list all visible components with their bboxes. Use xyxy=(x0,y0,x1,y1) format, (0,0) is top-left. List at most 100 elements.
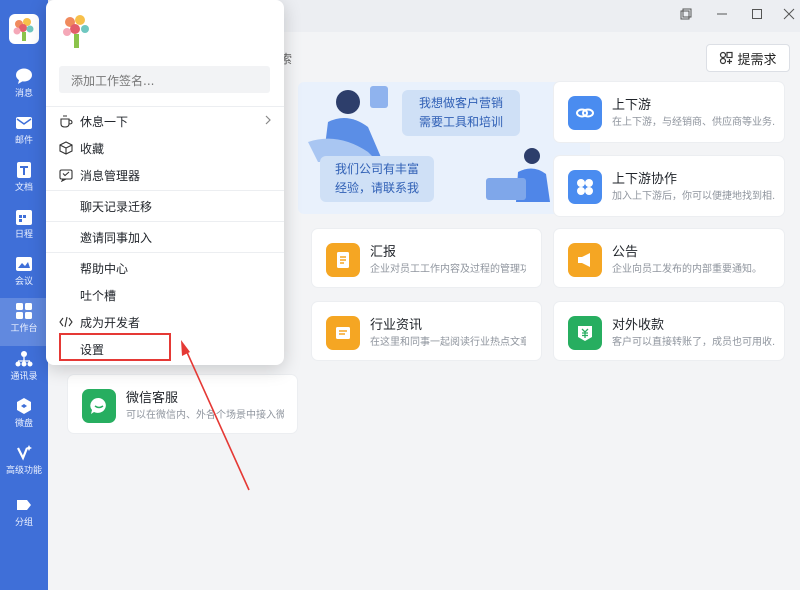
app-title: 汇报 xyxy=(370,245,397,260)
app-title: 对外收款 xyxy=(612,318,665,333)
app-card-upstream-collab[interactable]: 上下游协作 加入上下游后，你可以便捷地找到相... xyxy=(554,156,784,216)
menu-item-message-manager[interactable]: 消息管理器 xyxy=(46,163,284,187)
contacts-icon xyxy=(15,351,33,367)
nav-advanced[interactable]: 高级功能 xyxy=(0,440,48,488)
app-icon-bg xyxy=(568,316,602,350)
tag-icon xyxy=(17,500,31,510)
pin-window-button[interactable] xyxy=(672,0,700,28)
menu-item-favorites[interactable]: 收藏 xyxy=(46,136,284,160)
signature-input[interactable]: 添加工作签名... xyxy=(59,66,270,93)
doc-icon xyxy=(17,162,31,178)
banner-line: 我们公司有丰富 xyxy=(334,162,419,176)
menu-divider xyxy=(46,106,284,107)
nav-group[interactable]: 分组 xyxy=(0,492,48,540)
pin-icon xyxy=(680,8,692,20)
message-manager-icon xyxy=(59,169,73,182)
app-icon-bg xyxy=(82,389,116,423)
menu-divider xyxy=(46,221,284,222)
app-title: 公告 xyxy=(612,245,639,260)
menu-item-become-developer[interactable]: 成为开发者 xyxy=(46,310,284,334)
app-icon-bg xyxy=(326,243,360,277)
settings-highlight-box xyxy=(59,333,171,361)
promo-banner[interactable]: 我想做客户营销 需要工具和培训 我们公司有丰富 经验，请联系我 xyxy=(298,82,590,214)
app-desc: 客户可以直接转账了，成员也可用收... xyxy=(612,337,776,348)
app-card-announcement[interactable]: 公告 企业向员工发布的内部重要通知。 xyxy=(554,229,784,287)
left-nav: 消息 邮件 文档 日程 会议 工作台 通讯录 微盘 高级功能 分组 xyxy=(0,0,48,590)
chat-icon xyxy=(16,68,32,84)
chevron-right-icon xyxy=(265,115,271,125)
app-icon-bg xyxy=(568,170,602,204)
app-title: 上下游协作 xyxy=(612,172,678,187)
menu-item-invite-colleagues[interactable]: 邀请同事加入 xyxy=(46,225,284,249)
megaphone-icon xyxy=(578,253,590,267)
menu-item-chat-migration[interactable]: 聊天记录迁移 xyxy=(46,194,284,218)
nav-label: 微盘 xyxy=(14,419,33,429)
app-card-upstream[interactable]: 上下游 在上下游，与经销商、供应商等业务... xyxy=(554,82,784,142)
nav-label: 邮件 xyxy=(14,136,33,146)
request-icon xyxy=(720,51,734,65)
nav-label: 高级功能 xyxy=(5,466,42,476)
menu-label: 成为开发者 xyxy=(80,315,141,330)
app-desc: 可以在微信内、外各个场景中接入微... xyxy=(126,410,284,421)
nav-meeting[interactable]: 会议 xyxy=(0,251,48,299)
menu-item-help-center[interactable]: 帮助中心 xyxy=(46,256,284,280)
app-desc: 企业向员工发布的内部重要通知。 xyxy=(612,264,762,275)
yen-icon xyxy=(578,326,592,341)
clover-icon xyxy=(577,179,593,195)
menu-item-feedback[interactable]: 吐个槽 xyxy=(46,283,284,307)
nav-drive[interactable]: 微盘 xyxy=(0,393,48,441)
banner-line: 我想做客户营销 xyxy=(418,96,503,110)
user-avatar[interactable] xyxy=(9,14,39,44)
nav-label: 通讯录 xyxy=(10,372,38,382)
wechat-service-icon xyxy=(90,397,106,414)
calendar-icon xyxy=(16,210,32,225)
link-icon xyxy=(576,108,594,118)
minimize-icon xyxy=(717,13,727,15)
menu-label: 聊天记录迁移 xyxy=(80,199,153,214)
app-icon-bg xyxy=(568,96,602,130)
app-icon-bg xyxy=(326,316,360,350)
grid-icon xyxy=(16,303,32,319)
sparkle-icon xyxy=(17,445,32,461)
meeting-icon xyxy=(16,257,32,271)
request-label: 提需求 xyxy=(737,52,777,68)
nav-workbench[interactable]: 工作台 xyxy=(0,298,48,346)
banner-line: 经验，请联系我 xyxy=(334,181,419,195)
maximize-button[interactable] xyxy=(743,0,771,28)
menu-item-take-break[interactable]: 休息一下 xyxy=(46,109,284,133)
coffee-icon xyxy=(60,115,73,128)
banner-line: 需要工具和培训 xyxy=(418,115,503,129)
app-desc: 企业对员工工作内容及过程的管理功... xyxy=(370,264,526,275)
menu-label: 收藏 xyxy=(80,141,105,156)
nav-docs[interactable]: 文档 xyxy=(0,157,48,205)
app-title: 行业资讯 xyxy=(370,318,423,333)
nav-messages[interactable]: 消息 xyxy=(0,63,48,111)
nav-label: 文档 xyxy=(14,183,33,193)
nav-contacts[interactable]: 通讯录 xyxy=(0,346,48,394)
profile-menu: 添加工作签名... 休息一下 收藏 消息管理器 聊天记录迁移 邀请同事加入 帮助… xyxy=(46,0,284,365)
menu-divider xyxy=(46,190,284,191)
profile-avatar[interactable] xyxy=(60,12,96,52)
app-desc: 在上下游，与经销商、供应商等业务... xyxy=(612,117,776,128)
close-button[interactable] xyxy=(775,0,800,28)
menu-label: 吐个槽 xyxy=(80,288,117,303)
app-card-industry-news[interactable]: 行业资讯 在这里和同事一起阅读行业热点文章... xyxy=(312,302,541,360)
menu-label: 消息管理器 xyxy=(80,168,141,183)
mail-icon xyxy=(16,117,32,129)
report-icon xyxy=(337,252,349,268)
minimize-button[interactable] xyxy=(708,0,736,28)
banner-bubble-1: 我想做客户营销 需要工具和培训 xyxy=(402,90,520,136)
menu-label: 邀请同事加入 xyxy=(80,230,153,245)
nav-mail[interactable]: 邮件 xyxy=(0,110,48,158)
app-card-report[interactable]: 汇报 企业对员工工作内容及过程的管理功... xyxy=(312,229,541,287)
submit-request-button[interactable]: 提需求 xyxy=(706,44,790,72)
menu-divider xyxy=(46,252,284,253)
nav-label: 日程 xyxy=(14,230,33,240)
nav-label: 分组 xyxy=(14,518,33,528)
nav-label: 会议 xyxy=(14,277,33,287)
code-icon xyxy=(59,316,73,328)
nav-calendar[interactable]: 日程 xyxy=(0,204,48,252)
app-card-collect-payment[interactable]: 对外收款 客户可以直接转账了，成员也可用收... xyxy=(554,302,784,360)
maximize-icon xyxy=(752,9,762,19)
app-card-wechat-service[interactable]: 微信客服 可以在微信内、外各个场景中接入微... xyxy=(68,375,297,433)
